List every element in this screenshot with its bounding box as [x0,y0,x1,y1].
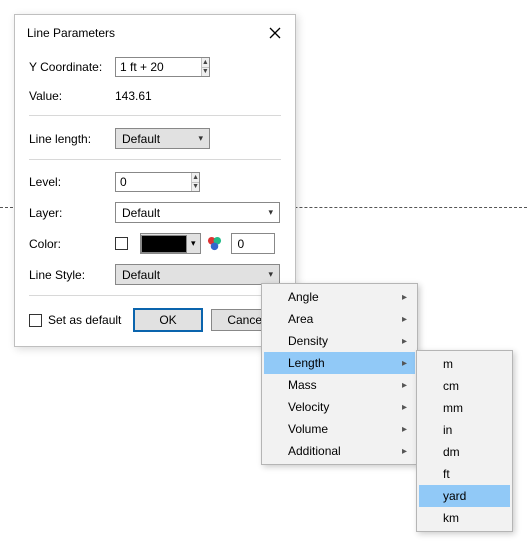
separator [29,295,281,296]
menu-item-label: mm [443,401,463,415]
ycoord-spin-up[interactable]: ▲ [202,58,209,68]
color-combo[interactable]: ▾ [140,233,201,254]
menu-item-label: Velocity [288,400,329,414]
menu-item-additional[interactable]: Additional ▸ [264,440,415,462]
chevron-right-icon: ▸ [402,424,407,435]
ycoord-input[interactable] [116,58,201,76]
layer-label: Layer: [29,206,115,220]
color-label: Color: [29,237,115,251]
linelength-value: Default [116,132,192,146]
level-label: Level: [29,175,115,189]
menu-item-label: ft [443,467,450,481]
chevron-right-icon: ▸ [402,402,407,413]
color-number: 0 [238,237,245,251]
menu-item-m[interactable]: m [419,353,510,375]
ok-button[interactable]: OK [133,308,203,332]
menu-item-volume[interactable]: Volume ▸ [264,418,415,440]
ycoord-spinner[interactable]: ▲ ▼ [115,57,210,77]
chevron-down-icon: ▾ [262,207,279,218]
chevron-right-icon: ▸ [402,314,407,325]
value-label: Value: [29,89,115,103]
menu-item-density[interactable]: Density ▸ [264,330,415,352]
menu-item-label: Additional [288,444,341,458]
menu-item-label: Angle [288,290,319,304]
chevron-right-icon: ▸ [402,292,407,303]
menu-item-ft[interactable]: ft [419,463,510,485]
level-spin-down[interactable]: ▼ [192,183,199,192]
chevron-right-icon: ▸ [402,446,407,457]
menu-item-length[interactable]: Length ▸ [264,352,415,374]
linestyle-combo[interactable]: Default ▾ [115,264,280,285]
linelength-combo[interactable]: Default ▾ [115,128,210,149]
setdefault-label: Set as default [48,313,121,327]
linestyle-label: Line Style: [29,268,115,282]
level-spin-up[interactable]: ▲ [192,173,199,183]
menu-item-label: dm [443,445,460,459]
menu-item-label: in [443,423,452,437]
separator [29,115,281,116]
chevron-right-icon: ▸ [402,336,407,347]
chevron-down-icon: ▾ [187,238,200,249]
chevron-down-icon: ▾ [192,133,209,144]
ycoord-label: Y Coordinate: [29,60,115,74]
color-checkbox[interactable] [115,237,128,250]
menu-item-angle[interactable]: Angle ▸ [264,286,415,308]
separator [29,159,281,160]
menu-item-label: yard [443,489,466,503]
menu-item-label: cm [443,379,459,393]
menu-item-cm[interactable]: cm [419,375,510,397]
value-text: 143.61 [115,87,152,105]
palette-icon[interactable] [205,234,225,254]
setdefault-checkbox[interactable] [29,314,42,327]
menu-item-area[interactable]: Area ▸ [264,308,415,330]
dialog-title: Line Parameters [27,26,115,40]
linestyle-value: Default [116,268,262,282]
menu-item-dm[interactable]: dm [419,441,510,463]
menu-item-label: Volume [288,422,328,436]
ycoord-spin-down[interactable]: ▼ [202,68,209,77]
unit-category-menu: Angle ▸ Area ▸ Density ▸ Length ▸ Mass ▸ Velocity ▸… [261,283,418,465]
menu-item-mass[interactable]: Mass ▸ [264,374,415,396]
menu-item-label: Density [288,334,328,348]
chevron-down-icon: ▾ [262,269,279,280]
color-number-field[interactable]: 0 [231,233,275,254]
menu-item-yard[interactable]: yard [419,485,510,507]
layer-combo[interactable]: Default ▾ [115,202,280,223]
menu-item-in[interactable]: in [419,419,510,441]
linelength-label: Line length: [29,132,115,146]
close-icon[interactable] [265,23,285,43]
level-input[interactable] [116,173,191,191]
level-spinner[interactable]: ▲ ▼ [115,172,200,192]
menu-item-velocity[interactable]: Velocity ▸ [264,396,415,418]
menu-item-km[interactable]: km [419,507,510,529]
titlebar: Line Parameters [15,15,295,53]
menu-item-mm[interactable]: mm [419,397,510,419]
chevron-right-icon: ▸ [402,358,407,369]
menu-item-label: m [443,357,453,371]
chevron-right-icon: ▸ [402,380,407,391]
menu-item-label: Length [288,356,325,370]
menu-item-label: Area [288,312,313,326]
length-unit-menu: m cm mm in dm ft yard km [416,350,513,532]
menu-item-label: km [443,511,459,525]
color-swatch [141,235,187,253]
layer-value: Default [116,206,262,220]
menu-item-label: Mass [288,378,317,392]
line-parameters-dialog: Line Parameters Y Coordinate: ▲ ▼ Value:… [14,14,296,347]
